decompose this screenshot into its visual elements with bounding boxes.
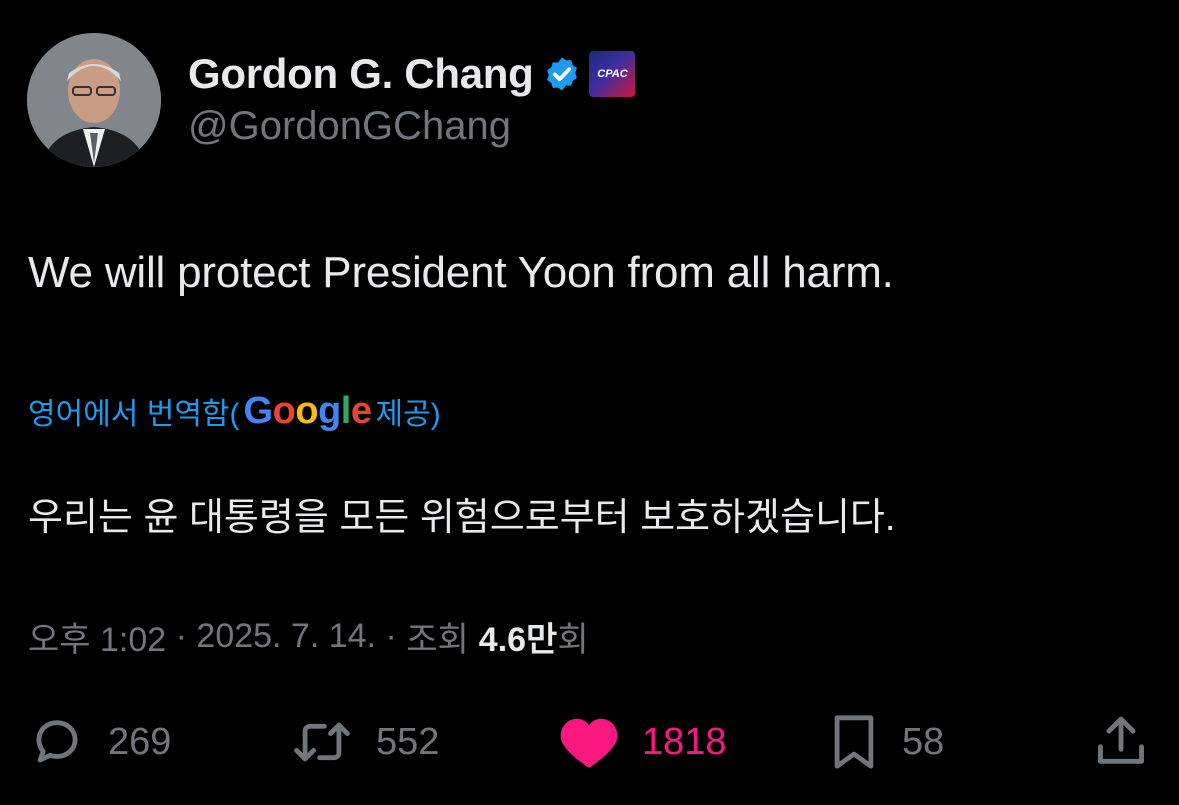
google-logo: Google	[244, 390, 372, 433]
bookmark-icon	[834, 715, 874, 769]
google-letter: o	[295, 389, 319, 432]
affiliation-badge-text: CPAC	[597, 68, 628, 80]
author-handle[interactable]: @GordonGChang	[188, 104, 511, 149]
action-bar: 269 552 1818 58	[28, 710, 1153, 774]
google-letter: e	[350, 389, 372, 432]
tweet-date[interactable]: 2025. 7. 14.	[196, 617, 376, 656]
avatar-photo	[27, 33, 161, 167]
google-letter: g	[318, 389, 341, 432]
tweet-text: We will protect President Yoon from all …	[28, 248, 894, 297]
like-count: 1818	[642, 720, 727, 763]
google-letter: l	[340, 389, 352, 432]
author-name-row: Gordon G. Chang CPAC	[188, 46, 636, 102]
like-button[interactable]: 1818	[558, 710, 727, 774]
bookmark-button[interactable]: 58	[828, 710, 944, 774]
meta-separator: ·	[376, 616, 407, 655]
translation-prefix: 영어에서 번역함(	[28, 398, 240, 431]
tweet-meta: 오후 1:02 · 2025. 7. 14. · 조회 4.6만 회	[28, 612, 589, 660]
author-name[interactable]: Gordon G. Chang	[188, 50, 534, 98]
reply-count: 269	[108, 720, 172, 763]
bookmark-count: 58	[902, 720, 945, 763]
share-icon	[1098, 716, 1144, 764]
repost-icon	[294, 722, 350, 762]
google-letter: o	[272, 389, 296, 432]
reply-button[interactable]: 269	[28, 710, 171, 774]
repost-button[interactable]: 552	[290, 710, 439, 774]
meta-separator: ·	[166, 616, 197, 655]
views-suffix: 회	[557, 620, 589, 659]
avatar[interactable]	[27, 33, 161, 167]
views-count: 4.6만	[478, 620, 558, 659]
heart-icon	[560, 718, 618, 768]
translation-label[interactable]: 영어에서 번역함( Google 제공)	[28, 383, 441, 439]
repost-count: 552	[376, 720, 440, 763]
translation-suffix: 제공)	[375, 398, 441, 431]
tweet-time[interactable]: 오후 1:02	[28, 612, 166, 661]
views-label: 조회	[406, 620, 469, 659]
reply-icon	[36, 720, 78, 763]
google-letter: G	[243, 389, 274, 432]
verified-badge-icon[interactable]	[543, 55, 581, 93]
translated-text: 우리는 윤 대통령을 모든 위험으로부터 보호하겠습니다.	[28, 497, 896, 539]
affiliation-badge[interactable]: CPAC	[589, 51, 636, 97]
share-button[interactable]	[1092, 710, 1150, 774]
